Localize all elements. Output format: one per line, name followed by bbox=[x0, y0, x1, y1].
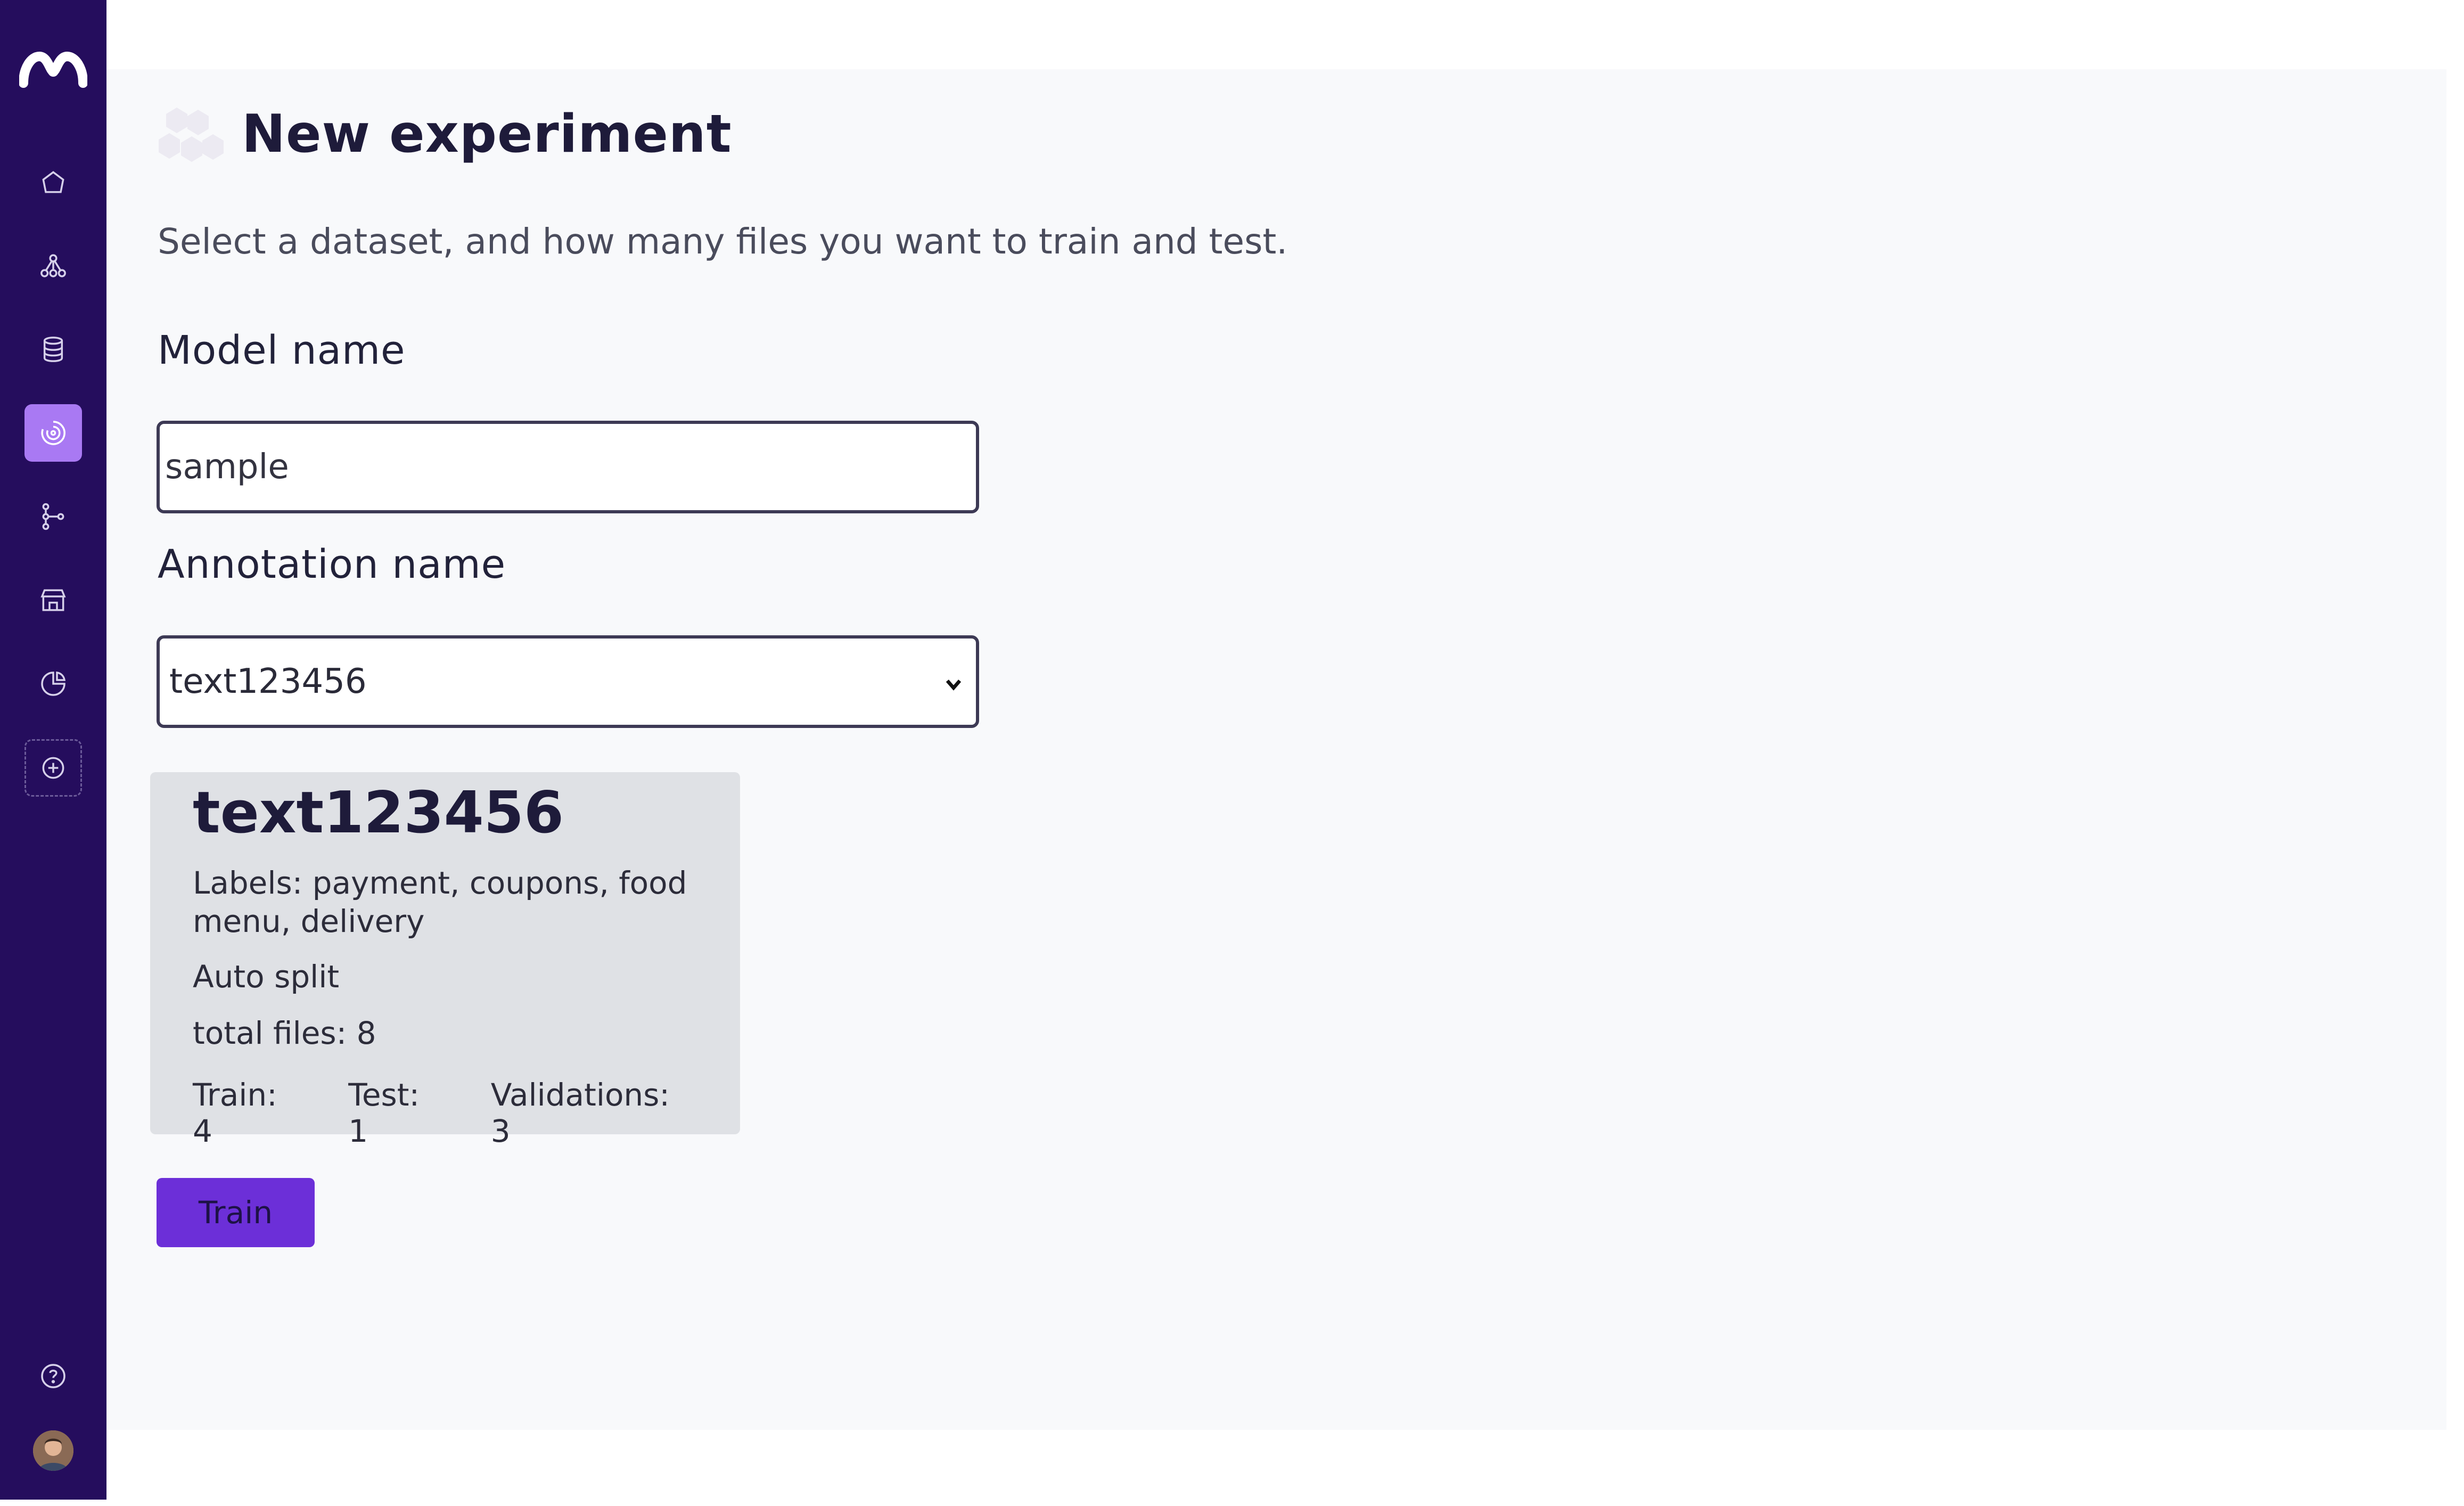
app-logo[interactable] bbox=[19, 50, 87, 88]
home-icon bbox=[42, 171, 64, 193]
card-total-files: total files: 8 bbox=[193, 1015, 376, 1051]
network-icon bbox=[40, 254, 66, 277]
model-name-input[interactable] bbox=[157, 421, 979, 513]
avatar[interactable] bbox=[33, 1430, 73, 1471]
model-name-label: Model name bbox=[158, 328, 406, 373]
card-labels: Labels: payment, coupons, food menu, del… bbox=[193, 865, 687, 939]
page-subtitle: Select a dataset, and how many files you… bbox=[158, 221, 1288, 262]
annotation-name-label: Annotation name bbox=[158, 542, 506, 587]
train-button[interactable]: Train bbox=[157, 1178, 315, 1247]
database-icon bbox=[43, 337, 63, 362]
annotation-select-value: text123456 bbox=[169, 662, 367, 701]
sidebar-item-help[interactable] bbox=[24, 1347, 82, 1405]
pie-chart-icon bbox=[41, 671, 66, 696]
main-content: New experiment Select a dataset, and how… bbox=[106, 69, 2446, 1430]
card-test-count: Test: 1 bbox=[348, 1077, 420, 1149]
experiment-icon bbox=[159, 108, 224, 162]
sidebar-item-reports[interactable] bbox=[24, 655, 82, 713]
page-title: New experiment bbox=[242, 104, 732, 165]
sidebar-item-models[interactable] bbox=[24, 237, 82, 294]
store-icon bbox=[40, 589, 66, 611]
target-icon bbox=[41, 421, 65, 445]
card-split-mode: Auto split bbox=[193, 959, 340, 995]
card-split-counts: Train: 4 Test: 1 Validations: 3 bbox=[193, 1077, 740, 1149]
card-train-count: Train: 4 bbox=[193, 1077, 277, 1149]
chevron-down-icon bbox=[946, 680, 962, 691]
page-header: New experiment bbox=[158, 102, 732, 166]
user-avatar-icon bbox=[33, 1430, 73, 1471]
branch-icon bbox=[42, 503, 64, 530]
help-icon bbox=[41, 1364, 65, 1388]
sidebar-item-datasets[interactable] bbox=[24, 321, 82, 378]
sidebar-item-add[interactable] bbox=[24, 739, 82, 797]
sidebar-item-pipelines[interactable] bbox=[24, 488, 82, 545]
sidebar-item-marketplace[interactable] bbox=[24, 571, 82, 629]
plus-circle-icon bbox=[42, 757, 64, 779]
card-title: text123456 bbox=[193, 780, 564, 846]
card-validations-count: Validations: 3 bbox=[490, 1077, 670, 1149]
sidebar bbox=[0, 0, 106, 1500]
sidebar-item-home[interactable] bbox=[24, 153, 82, 211]
annotation-select[interactable]: text123456 bbox=[157, 635, 979, 728]
sidebar-item-experiments[interactable] bbox=[24, 404, 82, 462]
annotation-summary-card: text123456 Labels: payment, coupons, foo… bbox=[150, 772, 740, 1149]
